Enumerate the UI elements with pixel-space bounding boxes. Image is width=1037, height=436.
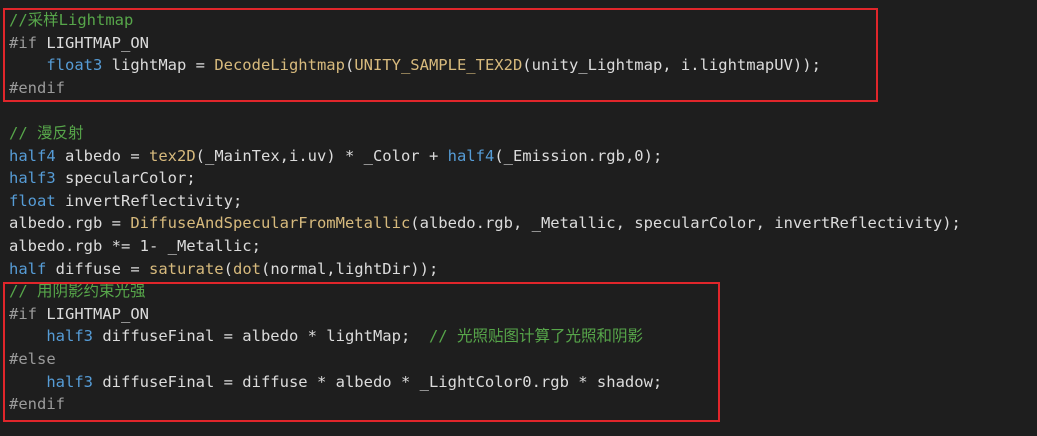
code-line: half diffuse = saturate(dot(normal,light…: [9, 258, 438, 281]
code-token-id: albedo.rgb *= 1- _Metallic;: [9, 237, 261, 255]
code-line: half3 diffuseFinal = albedo * lightMap; …: [9, 325, 643, 348]
code-token-id: [9, 373, 46, 391]
code-token-id: LIGHTMAP_ON: [37, 33, 149, 52]
code-token-id: (: [344, 56, 355, 75]
code-line: albedo.rgb = DiffuseAndSpecularFromMetal…: [9, 212, 961, 235]
code-token-id: diffuseFinal = diffuse * albedo * _Light…: [93, 372, 663, 391]
code-token-pre: #endif: [9, 395, 65, 414]
code-token-kw: half3: [46, 327, 93, 346]
code-token-id: (_MainTex,i.uv) * _Color +: [195, 146, 448, 165]
code-token-id: [9, 327, 46, 345]
code-token-fn: DecodeLightmap: [214, 56, 345, 75]
code-token-id: (normal,lightDir));: [260, 259, 439, 278]
code-token-fn: dot: [232, 259, 261, 278]
code-line: #endif: [9, 393, 65, 416]
code-token-kw: half3: [46, 372, 93, 391]
code-line: half3 diffuseFinal = diffuse * albedo * …: [9, 371, 662, 394]
code-line: //采样Lightmap: [9, 9, 133, 32]
code-token-id: invertReflectivity;: [55, 191, 243, 210]
code-token-pre: #endif: [9, 78, 65, 97]
code-token-comment: //采样Lightmap: [9, 11, 134, 29]
code-token-fn: UNITY_SAMPLE_TEX2D: [354, 56, 523, 75]
code-line: float3 lightMap = DecodeLightmap(UNITY_S…: [9, 54, 821, 77]
code-token-kw: half3: [9, 169, 56, 188]
code-token-comment: // 漫反射: [9, 124, 84, 142]
code-line: half4 albedo = tex2D(_MainTex,i.uv) * _C…: [9, 145, 662, 168]
code-token-id: specularColor;: [55, 169, 196, 188]
code-token-fn: saturate: [148, 259, 224, 278]
code-line: // 漫反射: [9, 122, 84, 145]
code-line: albedo.rgb *= 1- _Metallic;: [9, 235, 261, 258]
code-token-fn: tex2D: [149, 146, 196, 165]
code-token-id: LIGHTMAP_ON: [37, 304, 149, 323]
code-token-kw: half4: [9, 146, 56, 165]
code-line: float invertReflectivity;: [9, 190, 242, 213]
code-token-id: [9, 56, 46, 74]
code-token-pre: #if: [9, 33, 37, 52]
code-token-id: albedo.rgb =: [9, 214, 131, 233]
code-token-id: (albedo.rgb, _Metallic, specularColor, i…: [410, 214, 961, 233]
code-token-kw: float: [9, 191, 56, 210]
code-token-id: diffuse =: [46, 259, 149, 278]
code-token-kw: half: [9, 259, 47, 278]
code-token-kw: float3: [46, 56, 103, 75]
code-editor[interactable]: //采样Lightmap #if LIGHTMAP_ON float3 light…: [0, 0, 1037, 436]
code-token-pre: #if: [9, 304, 37, 323]
code-token-id: (: [223, 259, 233, 278]
code-token-id: lightMap =: [102, 56, 215, 75]
code-token-comment: // 用阴影约束光强: [9, 282, 146, 301]
code-line: half3 specularColor;: [9, 167, 196, 190]
code-token-comment: // 光照贴图计算了光照和阴影: [428, 327, 643, 346]
code-line: #if LIGHTMAP_ON: [9, 32, 149, 55]
code-line: #else: [9, 348, 56, 371]
code-token-pre: #else: [9, 350, 56, 368]
code-token-kw: half4: [447, 146, 495, 165]
code-line: // 用阴影约束光强: [9, 280, 146, 303]
code-token-id: diffuseFinal = albedo * lightMap;: [93, 327, 429, 346]
code-line: #if LIGHTMAP_ON: [9, 303, 149, 326]
code-token-id: (_Emission.rgb,0);: [494, 146, 663, 165]
code-line: #endif: [9, 77, 65, 100]
code-token-fn: DiffuseAndSpecularFromMetallic: [130, 214, 411, 233]
code-token-id: (unity_Lightmap, i.lightmapUV));: [522, 56, 821, 75]
code-token-id: albedo =: [55, 146, 149, 165]
